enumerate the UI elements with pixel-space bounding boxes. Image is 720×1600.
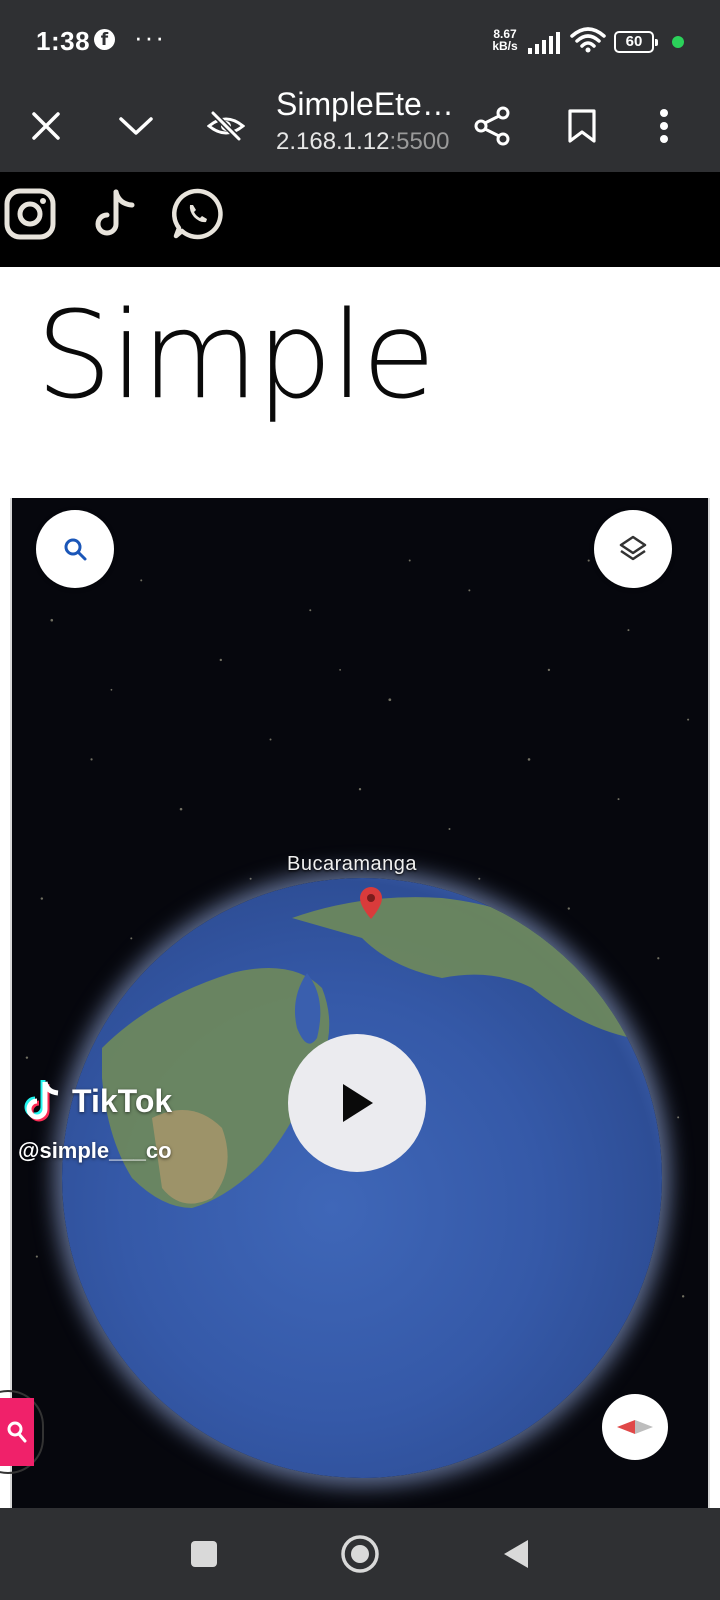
- tiktok-brand-text: TikTok: [72, 1082, 173, 1119]
- bookmark-icon: [568, 109, 596, 143]
- eye-off-icon: [207, 110, 245, 142]
- search-button[interactable]: [36, 510, 114, 588]
- play-icon: [343, 1084, 373, 1122]
- recents-button[interactable]: [180, 1530, 228, 1578]
- whatsapp-icon[interactable]: [170, 186, 226, 242]
- more-vertical-icon: [660, 109, 668, 143]
- instagram-icon[interactable]: [2, 186, 58, 242]
- home-button[interactable]: [336, 1530, 384, 1578]
- status-more-indicator: ···: [134, 22, 166, 52]
- tiktok-handle: @simple___co: [18, 1138, 172, 1163]
- close-tab-button[interactable]: [16, 96, 76, 156]
- bookmark-button[interactable]: [552, 96, 612, 156]
- layers-icon: [619, 535, 647, 561]
- back-icon: [504, 1540, 528, 1568]
- search-icon: [64, 538, 87, 561]
- share-button[interactable]: [462, 96, 522, 156]
- status-time: 1:38: [36, 26, 91, 56]
- minimize-button[interactable]: [106, 96, 166, 156]
- share-icon: [474, 106, 510, 146]
- compass-button[interactable]: [602, 1394, 668, 1460]
- url-port: :5500: [389, 128, 450, 155]
- privacy-indicator-dot: [672, 36, 684, 48]
- layers-button[interactable]: [594, 510, 672, 588]
- floating-search-button[interactable]: [0, 1398, 34, 1466]
- recents-icon: [191, 1541, 217, 1567]
- url-bar[interactable]: 2.168.1.12:5500: [276, 128, 450, 156]
- back-button[interactable]: [492, 1530, 540, 1578]
- system-nav-bar: [0, 1508, 720, 1600]
- browser-toolbar: SimpleEte… 2.168.1.12:5500: [0, 80, 720, 172]
- facebook-icon: f: [94, 29, 115, 50]
- incognito-indicator[interactable]: [196, 96, 256, 156]
- web-page: Simple Bucaramanga TikTok @simple___co: [0, 172, 720, 1508]
- map-place-label: Bucaramanga: [287, 853, 418, 875]
- wifi-icon: [570, 27, 606, 53]
- page-title[interactable]: SimpleEte…: [276, 86, 454, 123]
- site-logo[interactable]: Simple: [0, 267, 720, 495]
- play-button[interactable]: [288, 1034, 426, 1172]
- network-speed-unit: kB/s: [492, 39, 518, 53]
- search-icon: [7, 1421, 27, 1443]
- location-pin-icon: [360, 887, 382, 919]
- compass-icon: [617, 1420, 653, 1434]
- status-bar: 1:38 f ··· 8.67 kB/s 60: [0, 0, 720, 80]
- social-bar: [0, 172, 720, 267]
- chevron-down-icon: [119, 117, 153, 135]
- video-player[interactable]: Bucaramanga TikTok @simple___co: [10, 498, 710, 1508]
- close-icon: [32, 112, 60, 140]
- earth-globe: [62, 878, 662, 1478]
- network-speed: 8.67 kB/s: [488, 28, 522, 52]
- logo-text: Simple: [36, 287, 436, 426]
- tiktok-logo-icon: [24, 1080, 59, 1122]
- tiktok-icon[interactable]: [86, 186, 142, 242]
- url-host: 2.168.1.12: [276, 128, 390, 155]
- battery-indicator: 60: [614, 31, 658, 53]
- tiktok-watermark: TikTok: [24, 1076, 172, 1126]
- home-icon: [341, 1535, 379, 1573]
- more-options-button[interactable]: [634, 96, 694, 156]
- signal-icon: [528, 32, 560, 54]
